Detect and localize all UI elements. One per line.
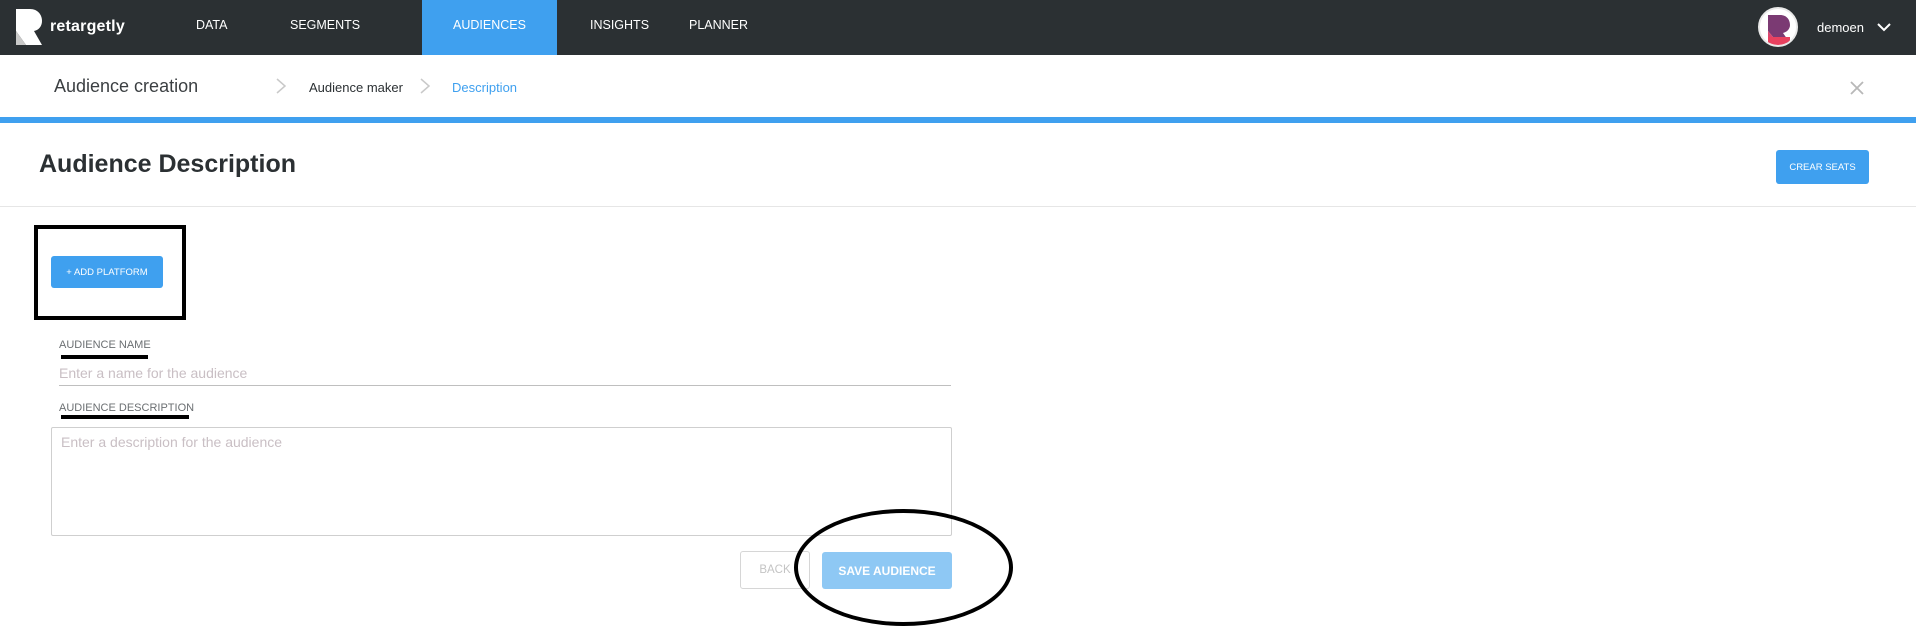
username: demoen [1817, 19, 1864, 35]
page-title: Audience Description [39, 150, 296, 178]
retargetly-logo-icon [16, 9, 42, 45]
avatar[interactable] [1758, 7, 1799, 47]
nav-item-planner[interactable]: PLANNER [680, 0, 780, 55]
breadcrumb-title: Audience creation [54, 76, 199, 96]
crear-seats-button[interactable]: CREAR SEATS [1776, 150, 1869, 184]
nav-item-label: INSIGHTS [590, 18, 650, 32]
annotation-underline [61, 355, 148, 359]
nav-item-label: AUDIENCES [453, 18, 526, 32]
audience-description-label: AUDIENCE DESCRIPTION [59, 402, 195, 414]
brand-logo[interactable]: retargetly [14, 6, 125, 48]
user-menu[interactable]: demoen [1758, 4, 1892, 50]
close-icon[interactable] [1847, 78, 1867, 98]
back-button[interactable]: BACK [740, 551, 810, 589]
breadcrumb: Audience creation Audience maker Descrip… [0, 55, 1916, 117]
nav-item-data-source[interactable]: DATA SOURCE [162, 0, 270, 82]
chevron-down-icon[interactable] [1876, 19, 1892, 35]
divider [0, 206, 1916, 207]
breadcrumb-step-audience-maker[interactable]: Audience maker [309, 80, 403, 95]
main-nav: DATA SOURCE SEGMENTS AUDIENCES INSIGHTS … [162, 0, 780, 82]
nav-item-label: PLANNER [689, 18, 749, 32]
chevron-right-icon [276, 78, 287, 94]
nav-item-label: SEGMENTS [290, 18, 361, 32]
breadcrumb-step-description: Description [452, 80, 518, 95]
annotation-underline [61, 415, 189, 419]
top-navbar: retargetly DATA SOURCE SEGMENTS AUDIENCE… [0, 0, 1916, 82]
add-platform-button[interactable]: + ADD PLATFORM [51, 256, 163, 288]
user-avatar-icon [1760, 9, 1797, 45]
save-audience-button[interactable]: SAVE AUDIENCE [822, 552, 952, 589]
brand-name: retargetly [50, 18, 125, 35]
nav-item-insights[interactable]: INSIGHTS [557, 0, 680, 55]
progress-strip [0, 117, 1916, 123]
chevron-right-icon [420, 78, 431, 94]
nav-item-segments[interactable]: SEGMENTS [290, 0, 430, 55]
nav-item-audiences[interactable]: AUDIENCES [422, 0, 557, 55]
audience-name-label: AUDIENCE NAME [59, 339, 151, 351]
audience-description-textarea[interactable] [51, 427, 952, 536]
audience-name-input[interactable] [59, 360, 951, 386]
